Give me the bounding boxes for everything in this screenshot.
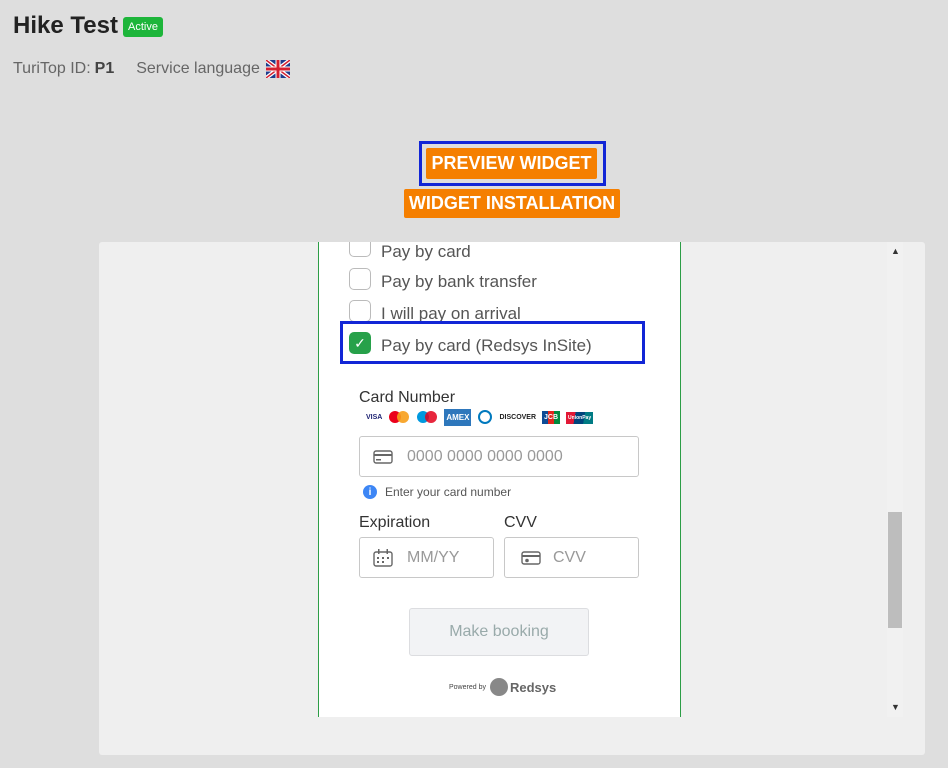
redsys-option-highlight — [340, 321, 645, 364]
turitop-id-value: P1 — [94, 60, 115, 77]
visa-icon: VISA — [366, 414, 383, 421]
checkbox[interactable] — [349, 268, 371, 290]
scroll-down-arrow-icon[interactable]: ▼ — [891, 702, 900, 712]
status-badge: Active — [123, 17, 163, 37]
preview-widget-button[interactable]: PREVIEW WIDGET — [426, 148, 597, 179]
page-title: Hike Test — [13, 12, 118, 39]
powered-by-redsys: Powered by Redsys — [449, 678, 557, 696]
booking-widget: Pay by card Pay by bank transfer I will … — [318, 242, 681, 717]
cvv-placeholder: CVV — [553, 548, 586, 566]
expiration-placeholder: MM/YY — [407, 548, 460, 566]
turitop-id-label: TuriTop ID: — [13, 60, 91, 77]
cvv-label: CVV — [504, 514, 537, 531]
scroll-up-arrow-icon[interactable]: ▲ — [891, 246, 900, 256]
cvv-card-icon — [521, 550, 541, 565]
expiration-input[interactable]: MM/YY — [359, 537, 494, 578]
service-language-label: Service language — [136, 60, 260, 77]
card-hint: i Enter your card number — [363, 485, 511, 499]
card-brand-logos: VISA AMEX DISCOVER JCB UnionPay — [366, 409, 599, 426]
diners-icon — [477, 409, 493, 426]
checkbox[interactable] — [349, 300, 371, 322]
redsys-logo-icon — [489, 678, 508, 696]
jcb-icon: JCB — [542, 411, 561, 424]
calendar-icon — [373, 548, 393, 567]
payment-option-bank-transfer[interactable]: Pay by bank transfer — [349, 268, 537, 292]
card-number-placeholder: 0000 0000 0000 0000 — [407, 447, 563, 465]
maestro-icon — [416, 410, 438, 426]
expiration-label: Expiration — [359, 514, 431, 531]
discover-icon: DISCOVER — [499, 414, 537, 421]
cvv-input[interactable]: CVV — [504, 537, 639, 578]
widget-installation-button[interactable]: WIDGET INSTALLATION — [404, 189, 620, 218]
uk-flag-icon — [264, 58, 292, 80]
scrollbar-thumb[interactable] — [888, 512, 902, 628]
card-number-label: Card Number — [359, 389, 456, 406]
unionpay-icon: UnionPay — [566, 411, 594, 424]
info-icon: i — [363, 485, 377, 499]
scrollbar-track[interactable] — [887, 242, 903, 717]
amex-icon: AMEX — [444, 409, 472, 426]
mastercard-icon — [388, 410, 410, 426]
card-number-input[interactable]: 0000 0000 0000 0000 — [359, 436, 639, 477]
payment-option-card[interactable]: Pay by card — [349, 242, 471, 262]
make-booking-button[interactable]: Make booking — [409, 608, 589, 656]
credit-card-icon — [373, 449, 393, 464]
checkbox[interactable] — [349, 242, 371, 257]
service-meta: TuriTop ID: P1 Service language — [13, 58, 292, 80]
